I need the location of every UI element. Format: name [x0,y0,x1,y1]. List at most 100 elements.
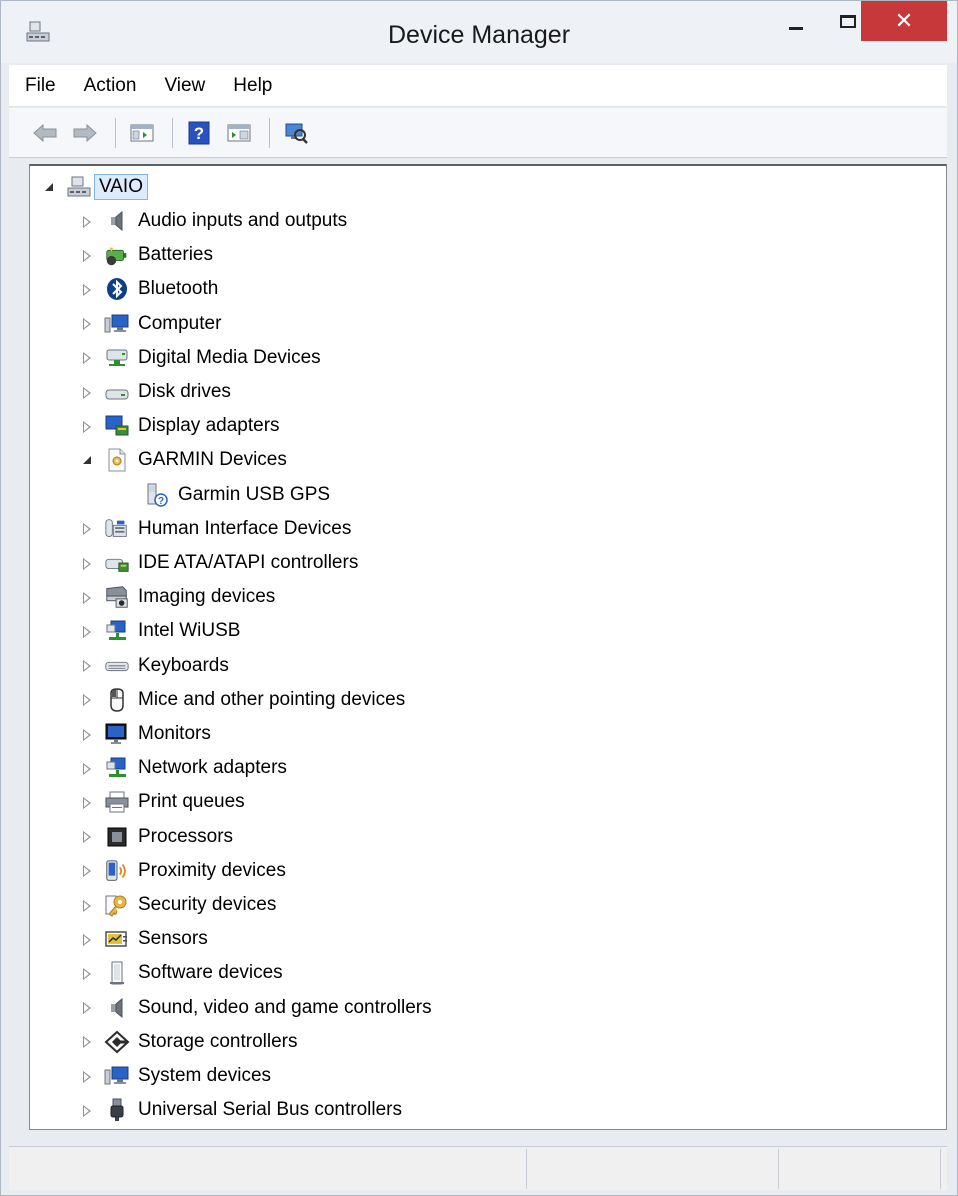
properties-button[interactable] [221,115,257,151]
menu-help[interactable]: Help [219,69,286,103]
category-node[interactable]: Disk drives [80,377,231,407]
expand-triangle-icon [83,1002,91,1015]
category-label[interactable]: Audio inputs and outputs [138,210,347,232]
category-node[interactable]: Intel WiUSB [80,616,240,646]
tree-expander[interactable] [80,659,94,673]
category-node[interactable]: Digital Media Devices [80,343,321,373]
device-tree[interactable]: VAIO Audio inputs and outputs Batteries Bl… [29,164,947,1130]
category-label[interactable]: Mice and other pointing devices [138,689,405,711]
category-label[interactable]: Bluetooth [138,278,218,300]
tree-root-node[interactable]: VAIO [42,172,148,202]
device-label[interactable]: Garmin USB GPS [178,484,330,506]
back-button[interactable] [27,115,63,151]
tree-expander[interactable] [80,385,94,399]
minimize-button[interactable] [771,1,821,41]
category-node[interactable]: Storage controllers [80,1027,297,1057]
tree-root-label[interactable]: VAIO [94,174,148,200]
tree-expander[interactable] [80,761,94,775]
category-label[interactable]: Sound, video and game controllers [138,997,432,1019]
category-label[interactable]: Network adapters [138,757,287,779]
tree-expander[interactable] [80,317,94,331]
category-label[interactable]: Storage controllers [138,1031,297,1053]
category-label[interactable]: Digital Media Devices [138,347,321,369]
menu-file[interactable]: File [17,69,70,103]
category-node[interactable]: Security devices [80,890,276,920]
tree-expander[interactable] [80,727,94,741]
category-node[interactable]: Keyboards [80,651,229,681]
help-button[interactable]: ? [181,115,217,151]
scan-hardware-button[interactable] [278,115,314,151]
category-label[interactable]: Security devices [138,894,276,916]
menu-view[interactable]: View [150,69,219,103]
expand-triangle-icon [83,591,91,604]
category-label[interactable]: System devices [138,1065,271,1087]
tree-expander[interactable] [80,795,94,809]
category-label[interactable]: Proximity devices [138,860,286,882]
tree-expander[interactable] [80,453,94,467]
category-label[interactable]: GARMIN Devices [138,449,287,471]
tree-expander[interactable] [80,1035,94,1049]
category-node[interactable]: Universal Serial Bus controllers [80,1095,402,1125]
device-node[interactable]: ? Garmin USB GPS [144,480,330,510]
category-node[interactable]: GARMIN Devices [80,445,287,475]
category-label[interactable]: Universal Serial Bus controllers [138,1099,402,1121]
tree-expander[interactable] [80,556,94,570]
tree-expander[interactable] [80,351,94,365]
category-node[interactable]: Batteries [80,240,213,270]
category-label[interactable]: Keyboards [138,655,229,677]
category-node[interactable]: Network adapters [80,753,287,783]
category-label[interactable]: Monitors [138,723,211,745]
category-node[interactable]: Sound, video and game controllers [80,993,432,1023]
category-node[interactable]: Mice and other pointing devices [80,685,405,715]
tree-expander[interactable] [80,624,94,638]
tree-expander[interactable] [80,248,94,262]
tree-expander[interactable] [80,214,94,228]
tree-expander[interactable] [80,932,94,946]
category-node[interactable]: Bluetooth [80,274,218,304]
close-button[interactable]: ✕ [861,1,947,41]
category-node[interactable]: Sensors [80,924,208,954]
tree-expander[interactable] [80,419,94,433]
tree-expander[interactable] [80,590,94,604]
category-node[interactable]: IDE ATA/ATAPI controllers [80,548,358,578]
tree-expander[interactable] [80,693,94,707]
tree-expander[interactable] [80,864,94,878]
expand-triangle-icon [83,523,91,536]
tree-expander[interactable] [80,830,94,844]
root-expander[interactable] [42,180,56,194]
category-label[interactable]: Processors [138,826,233,848]
category-node[interactable]: System devices [80,1061,271,1091]
category-label[interactable]: Disk drives [138,381,231,403]
category-label[interactable]: Sensors [138,928,208,950]
category-node[interactable]: Human Interface Devices [80,514,351,544]
category-node[interactable]: Computer [80,309,221,339]
category-node[interactable]: Software devices [80,958,283,988]
tree-expander[interactable] [80,966,94,980]
forward-button[interactable] [67,115,103,151]
tree-expander[interactable] [80,1103,94,1117]
category-node[interactable]: Monitors [80,719,211,749]
category-label[interactable]: Batteries [138,244,213,266]
category-node[interactable]: Audio inputs and outputs [80,206,347,236]
tree-expander[interactable] [80,1001,94,1015]
category-label[interactable]: Software devices [138,962,283,984]
tree-expander[interactable] [80,1069,94,1083]
category-label[interactable]: Imaging devices [138,586,275,608]
category-label[interactable]: Display adapters [138,415,280,437]
title-bar[interactable]: Device Manager ✕ [1,1,957,63]
category-label[interactable]: Print queues [138,791,245,813]
menu-action[interactable]: Action [70,69,151,103]
category-node[interactable]: Processors [80,822,233,852]
tree-expander[interactable] [80,282,94,296]
category-label[interactable]: Intel WiUSB [138,620,240,642]
show-hide-console-tree-button[interactable] [124,115,160,151]
category-label[interactable]: Human Interface Devices [138,518,351,540]
category-node[interactable]: Print queues [80,787,245,817]
category-node[interactable]: Display adapters [80,411,280,441]
tree-expander[interactable] [80,898,94,912]
category-node[interactable]: Proximity devices [80,856,286,886]
category-label[interactable]: Computer [138,313,221,335]
tree-expander[interactable] [80,522,94,536]
category-label[interactable]: IDE ATA/ATAPI controllers [138,552,358,574]
category-node[interactable]: Imaging devices [80,582,275,612]
